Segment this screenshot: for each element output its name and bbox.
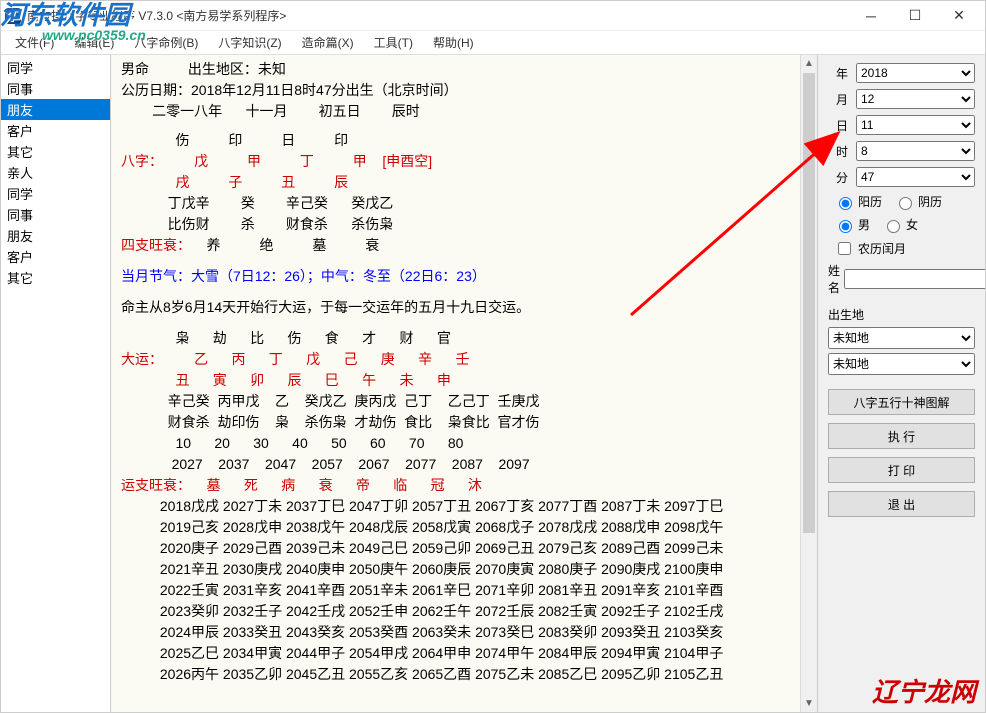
radio-male[interactable]: 男 bbox=[834, 216, 870, 233]
radio-solar[interactable]: 阳历 bbox=[834, 193, 882, 210]
roles bbox=[121, 122, 807, 130]
hour-select[interactable]: 8 bbox=[856, 141, 975, 161]
dy-bot: 丑 寅 卯 辰 巳 午 未 申 bbox=[121, 370, 807, 391]
radio-male-input[interactable] bbox=[839, 220, 852, 233]
day-select[interactable]: 11 bbox=[856, 115, 975, 135]
main-content[interactable]: 男命 出生地区：未知 公历日期：2018年12月11日8时47分出生（北京时间）… bbox=[111, 55, 817, 712]
ln-row: 2020庚子 2029己酉 2039己未 2049己巳 2059己卯 2069己… bbox=[121, 538, 807, 559]
menu-zaoming[interactable]: 造命篇(X) bbox=[292, 32, 364, 53]
ln-row: 2021辛丑 2030庚戌 2040庚申 2050庚午 2060庚辰 2070庚… bbox=[121, 559, 807, 580]
leap-check[interactable]: 农历闰月 bbox=[834, 239, 975, 258]
name-input[interactable] bbox=[844, 269, 985, 289]
roles: 伤 印 日 印 bbox=[121, 130, 807, 151]
scroll-up-icon[interactable]: ▲ bbox=[801, 55, 817, 72]
vertical-scrollbar[interactable]: ▲ ▼ bbox=[800, 55, 817, 712]
ln-row: 2026丙午 2035乙卯 2045乙丑 2055乙亥 2065乙酉 2075乙… bbox=[121, 664, 807, 685]
minimize-button[interactable]: ─ bbox=[849, 2, 893, 30]
month-label: 月 bbox=[828, 91, 856, 108]
radio-solar-input[interactable] bbox=[839, 197, 852, 210]
watermark-top: 河东软件园 www.pc0359.cn bbox=[0, 2, 146, 42]
ln-row: 2025乙巳 2034甲寅 2044甲子 2054甲戌 2064甲申 2074甲… bbox=[121, 643, 807, 664]
dy-years: 2027 2037 2047 2057 2067 2077 2087 2097 bbox=[121, 454, 807, 475]
yz: 运支旺衰： 墓 死 病 衰 帝 临 冠 沐 bbox=[121, 475, 807, 496]
sidebar: 同学 同事 朋友 客户 其它 亲人 同学 同事 朋友 客户 其它 bbox=[1, 55, 111, 712]
ln-row: 2024甲辰 2033癸丑 2043癸亥 2053癸酉 2063癸未 2073癸… bbox=[121, 622, 807, 643]
sidebar-item[interactable]: 其它 bbox=[1, 267, 110, 288]
header1: 男命 出生地区：未知 bbox=[121, 59, 807, 80]
spacer bbox=[121, 287, 807, 297]
radio-female[interactable]: 女 bbox=[882, 216, 918, 233]
radio-lunar-input[interactable] bbox=[899, 197, 912, 210]
place2-select[interactable]: 未知地 bbox=[828, 353, 975, 375]
sex-radios: 男 女 bbox=[834, 216, 975, 233]
radio-female-input[interactable] bbox=[887, 220, 900, 233]
leap-checkbox[interactable] bbox=[838, 242, 851, 255]
body: 同学 同事 朋友 客户 其它 亲人 同学 同事 朋友 客户 其它 男命 出生地区… bbox=[1, 55, 985, 712]
bazi-top: 八字： 戊 甲 丁 甲 [申酉空] bbox=[121, 151, 807, 172]
close-button[interactable]: ✕ bbox=[937, 2, 981, 30]
month-select[interactable]: 12 bbox=[856, 89, 975, 109]
sidebar-item[interactable]: 朋友 bbox=[1, 99, 110, 120]
exit-button[interactable]: 退 出 bbox=[828, 491, 975, 517]
sidebar-item[interactable]: 同事 bbox=[1, 78, 110, 99]
hour-label: 时 bbox=[828, 143, 856, 160]
sidebar-item[interactable]: 朋友 bbox=[1, 225, 110, 246]
print-button[interactable]: 打 印 bbox=[828, 457, 975, 483]
right-panel: 年2018 月12 日11 时8 分47 阳历 阴历 男 女 农历闰月 姓名 出… bbox=[817, 55, 985, 712]
hidden-stems2: 比伤财 杀 财食杀 杀伤枭 bbox=[121, 214, 807, 235]
dy-h2: 财食杀 劫印伤 枭 杀伤枭 才劫伤 食比 枭食比 官才伤 bbox=[121, 412, 807, 433]
watermark-bottom: 辽宁龙网 bbox=[872, 672, 976, 709]
spacer bbox=[121, 318, 807, 328]
maximize-button[interactable]: ☐ bbox=[893, 2, 937, 30]
jieqi: 当月节气：大雪（7日12：26）；中气：冬至（22日6：23） bbox=[121, 266, 807, 287]
radio-lunar[interactable]: 阴历 bbox=[894, 193, 942, 210]
menubar: 文件(F) 编辑(E) 八字命例(B) 八字知识(Z) 造命篇(X) 工具(T)… bbox=[1, 31, 985, 55]
spacer bbox=[121, 256, 807, 266]
dy-h1: 辛己癸 丙甲戊 乙 癸戊乙 庚丙戊 己丁 乙己丁 壬庚戊 bbox=[121, 391, 807, 412]
app-window: 南方排八字专业程序 V7.3.0 <南方易学系列程序> ─ ☐ ✕ 文件(F) … bbox=[0, 0, 986, 713]
calendar-radios: 阳历 阴历 bbox=[834, 193, 975, 210]
min-label: 分 bbox=[828, 169, 856, 186]
min-select[interactable]: 47 bbox=[856, 167, 975, 187]
ln-row: 2019己亥 2028戊申 2038戊午 2048戊辰 2058戊寅 2068戊… bbox=[121, 517, 807, 538]
menu-help[interactable]: 帮助(H) bbox=[423, 32, 484, 53]
ln-row: 2022壬寅 2031辛亥 2041辛酉 2051辛未 2061辛巳 2071辛… bbox=[121, 580, 807, 601]
header2: 公历日期：2018年12月11日8时47分出生（北京时间） bbox=[121, 80, 807, 101]
dy-roles: 枭 劫 比 伤 食 才 财 官 bbox=[121, 328, 807, 349]
dy-ages: 10 20 30 40 50 60 70 80 bbox=[121, 433, 807, 454]
bazi-report: 男命 出生地区：未知 公历日期：2018年12月11日8时47分出生（北京时间）… bbox=[111, 55, 817, 695]
sidebar-item[interactable]: 亲人 bbox=[1, 162, 110, 183]
chart-button[interactable]: 八字五行十神图解 bbox=[828, 389, 975, 415]
year-label: 年 bbox=[828, 65, 856, 82]
day-label: 日 bbox=[828, 117, 856, 134]
dy-top: 大运： 乙 丙 丁 戊 己 庚 辛 壬 bbox=[121, 349, 807, 370]
scroll-down-icon[interactable]: ▼ bbox=[801, 695, 817, 712]
birthplace-label: 出生地 bbox=[828, 306, 975, 323]
sidebar-item[interactable]: 同事 bbox=[1, 204, 110, 225]
header3: 二零一八年 十一月 初五日 辰时 bbox=[121, 101, 807, 122]
titlebar: 南方排八字专业程序 V7.3.0 <南方易学系列程序> ─ ☐ ✕ bbox=[1, 1, 985, 31]
bazi-bot: 戌 子 丑 辰 bbox=[121, 172, 807, 193]
year-select[interactable]: 2018 bbox=[856, 63, 975, 83]
menu-knowledge[interactable]: 八字知识(Z) bbox=[208, 32, 291, 53]
sidebar-item[interactable]: 同学 bbox=[1, 57, 110, 78]
place1-select[interactable]: 未知地 bbox=[828, 327, 975, 349]
window-title: 南方排八字专业程序 V7.3.0 <南方易学系列程序> bbox=[27, 7, 849, 24]
sidebar-item[interactable]: 客户 bbox=[1, 246, 110, 267]
sidebar-item[interactable]: 客户 bbox=[1, 120, 110, 141]
hidden-stems: 丁戊辛 癸 辛己癸 癸戊乙 bbox=[121, 193, 807, 214]
sidebar-item[interactable]: 其它 bbox=[1, 141, 110, 162]
scroll-thumb[interactable] bbox=[803, 73, 815, 533]
sidebar-item[interactable]: 同学 bbox=[1, 183, 110, 204]
menu-tools[interactable]: 工具(T) bbox=[364, 32, 423, 53]
name-label: 姓名 bbox=[828, 262, 840, 296]
run-button[interactable]: 执 行 bbox=[828, 423, 975, 449]
ln-row: 2023癸卯 2032壬子 2042壬戌 2052壬申 2062壬午 2072壬… bbox=[121, 601, 807, 622]
sizhi: 四支旺衰： 养 绝 墓 衰 bbox=[121, 235, 807, 256]
cmd: 命主从8岁6月14天开始行大运，于每一交运年的五月十九日交运。 bbox=[121, 297, 807, 318]
ln-row: 2018戊戌 2027丁未 2037丁巳 2047丁卯 2057丁丑 2067丁… bbox=[121, 496, 807, 517]
